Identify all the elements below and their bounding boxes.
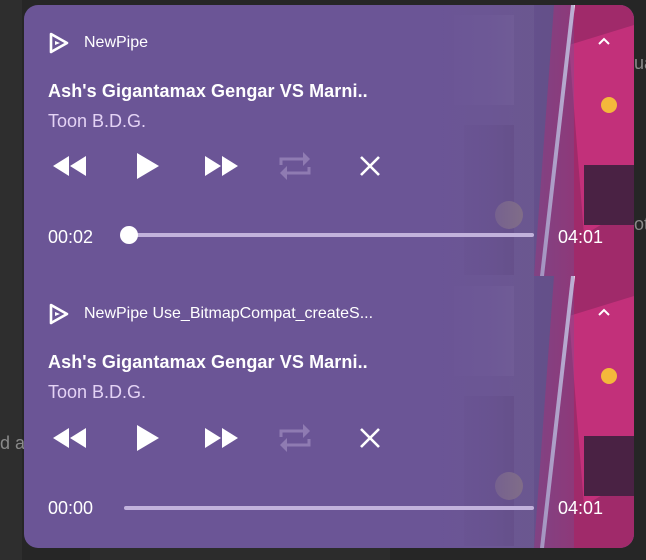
repeat-button[interactable] (273, 416, 317, 460)
rewind-icon (53, 156, 86, 176)
background-text: ot (634, 214, 646, 234)
media-notification[interactable]: NewPipe Use_BitmapCompat_createS... Ash'… (24, 276, 634, 548)
rewind-button[interactable] (48, 144, 92, 188)
repeat-icon (279, 152, 311, 180)
play-button[interactable] (126, 144, 170, 188)
track-artist: Toon B.D.G. (48, 382, 147, 402)
seek-thumb[interactable] (120, 226, 138, 244)
play-button[interactable] (126, 416, 170, 460)
seek-bar[interactable] (124, 506, 534, 510)
duration-time: 04:01 (558, 498, 604, 518)
newpipe-logo-icon (49, 32, 69, 54)
duration-time: 04:01 (558, 227, 604, 247)
seek-bar[interactable] (130, 233, 534, 237)
play-icon (137, 153, 159, 179)
chevron-up-icon[interactable] (596, 304, 612, 320)
repeat-icon (279, 424, 311, 452)
fast-forward-icon (205, 428, 238, 448)
chevron-up-icon[interactable] (596, 33, 612, 49)
background-text: d a (0, 433, 26, 453)
elapsed-time: 00:00 (48, 498, 94, 518)
background-text: ua (634, 53, 646, 73)
app-name: NewPipe (84, 34, 149, 51)
repeat-button[interactable] (273, 144, 317, 188)
close-icon (360, 428, 380, 448)
rewind-button[interactable] (48, 416, 92, 460)
media-notification[interactable]: NewPipe Ash's Gigantamax Gengar VS Marni… (24, 5, 634, 276)
rewind-icon (53, 428, 86, 448)
play-icon (137, 425, 159, 451)
app-name: NewPipe Use_BitmapCompat_createS... (84, 305, 374, 322)
close-button[interactable] (348, 144, 392, 188)
track-title: Ash's Gigantamax Gengar VS Marni.. (48, 81, 368, 101)
background-app (0, 0, 22, 560)
newpipe-logo-icon (49, 303, 69, 325)
close-button[interactable] (348, 416, 392, 460)
track-artist: Toon B.D.G. (48, 111, 147, 131)
elapsed-time: 00:02 (48, 227, 94, 247)
close-icon (360, 156, 380, 176)
track-title: Ash's Gigantamax Gengar VS Marni.. (48, 352, 368, 372)
fast-forward-icon (205, 156, 238, 176)
fast-forward-button[interactable] (200, 144, 244, 188)
fast-forward-button[interactable] (200, 416, 244, 460)
